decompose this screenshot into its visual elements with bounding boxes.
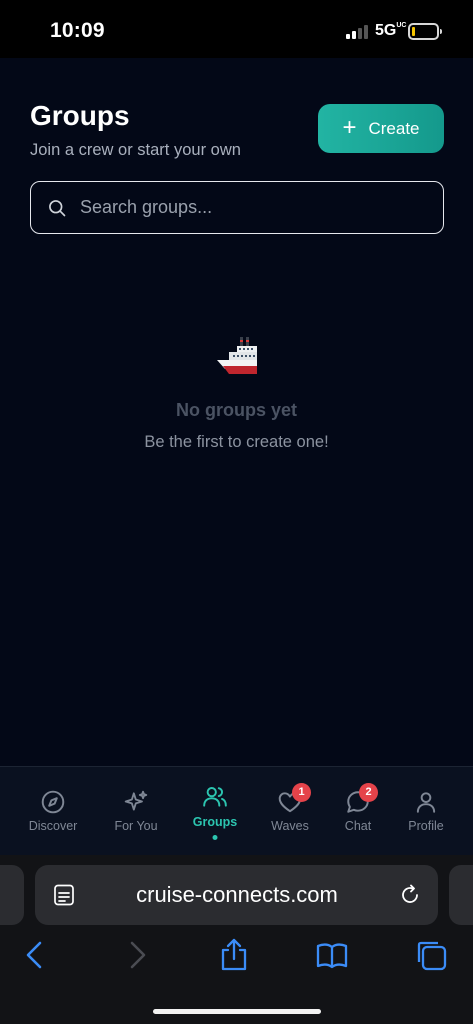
create-group-button[interactable]: + Create	[318, 104, 444, 153]
search-input[interactable]	[80, 197, 420, 218]
tab-label-for-you: For You	[114, 819, 158, 833]
url-text: cruise-connects.com	[136, 882, 338, 907]
status-time: 10:09	[50, 19, 105, 42]
previous-tab-preview[interactable]	[0, 865, 24, 925]
address-bar[interactable]: cruise-connects.com	[35, 865, 438, 925]
empty-state-title: No groups yet	[175, 400, 297, 420]
compass-icon	[41, 790, 65, 814]
tab-groups[interactable]: Groups	[175, 767, 255, 856]
users-icon	[203, 787, 227, 807]
reader-mode-icon[interactable]	[52, 883, 76, 907]
tab-profile[interactable]: Profile	[386, 767, 466, 856]
groups-screen: Groups Join a crew or start your own + C…	[0, 58, 473, 766]
tab-discover[interactable]: Discover	[13, 767, 93, 856]
status-bar: 10:09 5GUC	[0, 0, 473, 58]
sparkles-icon	[124, 790, 148, 811]
back-icon[interactable]	[18, 938, 52, 972]
home-indicator[interactable]	[153, 1009, 321, 1014]
reload-icon[interactable]	[398, 883, 422, 907]
tab-label-discover: Discover	[28, 819, 78, 833]
empty-state-subtitle: Be the first to create one!	[144, 433, 329, 451]
search-icon	[49, 199, 66, 216]
plus-icon: +	[342, 113, 357, 141]
network-label: 5G	[375, 22, 397, 39]
tab-label-groups: Groups	[192, 815, 238, 829]
chat-badge: 2	[359, 783, 378, 802]
signal-strength-icon	[346, 25, 370, 39]
tabs-icon[interactable]	[414, 938, 448, 972]
network-superscript: UC	[396, 22, 407, 29]
forward-icon[interactable]	[120, 938, 154, 972]
network-type: 5GUC	[375, 22, 406, 40]
page-title: Groups	[30, 100, 130, 131]
tab-for-you[interactable]: For You	[96, 767, 176, 856]
person-icon	[416, 792, 436, 813]
bottom-tab-bar: Discover For You Groups 1 Waves 2 Chat P…	[0, 766, 473, 855]
ship-icon	[216, 337, 257, 374]
tab-label-profile: Profile	[408, 819, 444, 833]
active-tab-indicator	[212, 835, 218, 840]
create-button-label: Create	[368, 118, 420, 138]
waves-badge: 1	[292, 783, 311, 802]
empty-state: No groups yet Be the first to create one…	[0, 336, 473, 452]
share-icon[interactable]	[217, 938, 251, 972]
next-tab-preview[interactable]	[449, 865, 473, 925]
search-box[interactable]	[30, 181, 444, 234]
battery-level	[412, 27, 415, 36]
battery-icon	[408, 23, 442, 40]
bookmarks-icon[interactable]	[315, 938, 349, 972]
browser-chrome: cruise-connects.com	[0, 855, 473, 1024]
page-subtitle: Join a crew or start your own	[30, 141, 241, 159]
